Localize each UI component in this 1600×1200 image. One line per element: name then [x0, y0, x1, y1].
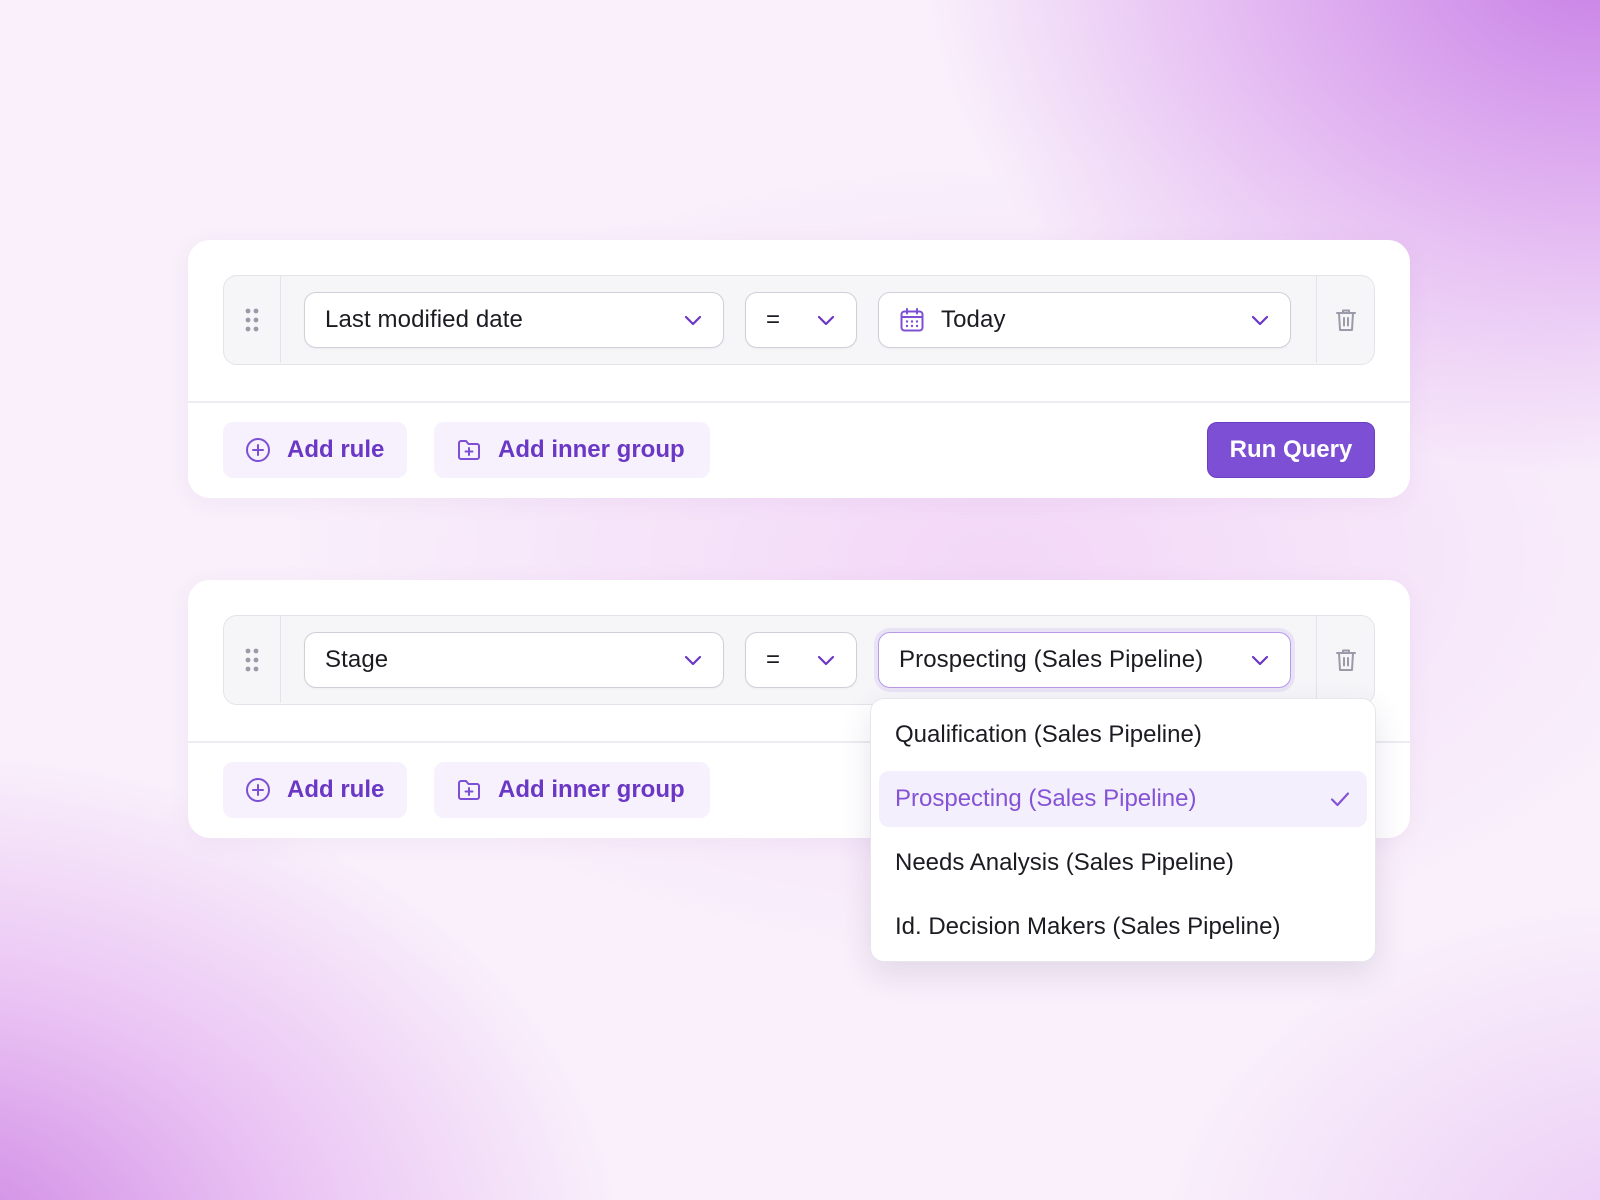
- field-select[interactable]: Last modified date: [304, 292, 724, 348]
- dropdown-option[interactable]: Needs Analysis (Sales Pipeline): [879, 835, 1367, 891]
- delete-rule-button[interactable]: [1316, 276, 1374, 363]
- operator-select-value: =: [766, 646, 781, 673]
- operator-select[interactable]: =: [745, 632, 857, 688]
- trash-icon: [1335, 649, 1356, 671]
- dropdown-option[interactable]: Id. Decision Makers (Sales Pipeline): [879, 899, 1367, 955]
- field-select-value: Last modified date: [325, 306, 523, 333]
- drag-handle[interactable]: [224, 276, 281, 363]
- drag-dots-icon: [245, 308, 259, 331]
- chevron-down-icon: [1251, 655, 1269, 666]
- dropdown-option-selected[interactable]: Prospecting (Sales Pipeline): [879, 771, 1367, 827]
- folder-plus-icon: [458, 440, 480, 460]
- operator-select[interactable]: =: [745, 292, 857, 348]
- drag-dots-icon: [245, 648, 259, 671]
- add-inner-group-button[interactable]: Add inner group: [434, 762, 710, 818]
- value-select[interactable]: Today: [878, 292, 1291, 348]
- run-query-button[interactable]: Run Query: [1207, 422, 1375, 478]
- value-select-value: Today: [941, 306, 1006, 333]
- query-group-1: Last modified date = Today Add rule Add …: [188, 240, 1410, 498]
- rule-row: Last modified date = Today: [223, 275, 1375, 365]
- chevron-down-icon: [817, 655, 835, 666]
- add-rule-button[interactable]: Add rule: [223, 422, 407, 478]
- divider: [188, 401, 1410, 403]
- field-select[interactable]: Stage: [304, 632, 724, 688]
- value-select[interactable]: Prospecting (Sales Pipeline): [878, 632, 1291, 688]
- plus-circle-icon: [246, 778, 270, 802]
- plus-circle-icon: [246, 438, 270, 462]
- add-inner-group-label: Add inner group: [498, 776, 685, 803]
- stage-dropdown-menu: Qualification (Sales Pipeline) Prospecti…: [870, 698, 1376, 962]
- operator-select-value: =: [766, 306, 781, 333]
- dropdown-option-label: Prospecting (Sales Pipeline): [895, 785, 1197, 812]
- dropdown-option-label: Id. Decision Makers (Sales Pipeline): [895, 913, 1281, 940]
- add-rule-label: Add rule: [287, 436, 385, 463]
- field-select-value: Stage: [325, 646, 389, 673]
- chevron-down-icon: [1251, 315, 1269, 326]
- dropdown-option[interactable]: Qualification (Sales Pipeline): [879, 707, 1367, 763]
- drag-handle[interactable]: [224, 616, 281, 703]
- trash-icon: [1335, 309, 1356, 331]
- delete-rule-button[interactable]: [1316, 616, 1374, 703]
- add-rule-button[interactable]: Add rule: [223, 762, 407, 818]
- chevron-down-icon: [684, 315, 702, 326]
- dropdown-option-label: Qualification (Sales Pipeline): [895, 721, 1202, 748]
- rule-row: Stage = Prospecting (Sales Pipeline): [223, 615, 1375, 705]
- checkmark-icon: [1330, 792, 1350, 807]
- add-rule-label: Add rule: [287, 776, 385, 803]
- chevron-down-icon: [684, 655, 702, 666]
- value-select-value: Prospecting (Sales Pipeline): [899, 646, 1204, 673]
- add-inner-group-label: Add inner group: [498, 436, 685, 463]
- run-query-label: Run Query: [1229, 436, 1353, 463]
- chevron-down-icon: [817, 315, 835, 326]
- add-inner-group-button[interactable]: Add inner group: [434, 422, 710, 478]
- calendar-icon: [900, 308, 924, 332]
- folder-plus-icon: [458, 780, 480, 800]
- dropdown-option-label: Needs Analysis (Sales Pipeline): [895, 849, 1234, 876]
